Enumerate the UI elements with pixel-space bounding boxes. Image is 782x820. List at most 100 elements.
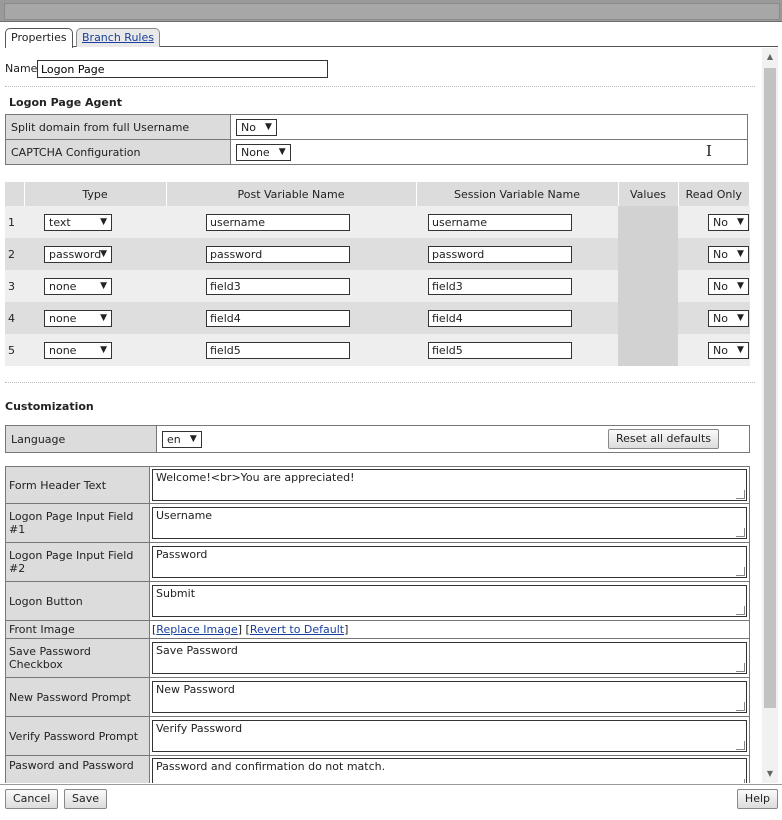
reset-all-defaults-button[interactable]: Reset all defaults xyxy=(607,429,719,449)
properties-panel[interactable]: Name: Logon Page Agent Split domain from… xyxy=(0,48,762,783)
session-cell: field4 xyxy=(416,302,618,334)
name-input[interactable] xyxy=(37,60,328,78)
resize-grip-icon[interactable] xyxy=(736,567,745,576)
scroll-up-icon[interactable]: ▲ xyxy=(762,50,778,64)
values-cell xyxy=(618,206,678,238)
post-cell: field3 xyxy=(166,270,416,302)
read-only-select[interactable]: No ▼ xyxy=(708,309,749,327)
new-password-value: New Password xyxy=(156,683,235,696)
chevron-down-icon: ▼ xyxy=(737,216,744,227)
session-cell: username xyxy=(416,206,618,238)
resize-grip-icon[interactable] xyxy=(736,663,745,672)
help-button[interactable]: Help xyxy=(736,789,778,809)
type-header: Type xyxy=(24,182,167,206)
resize-grip-icon[interactable] xyxy=(736,606,745,615)
resize-grip-icon[interactable] xyxy=(736,741,745,750)
password-mismatch-cell: Password and confirmation do not match. xyxy=(149,755,750,783)
form-header-textarea[interactable]: Welcome!<br>You are appreciated! xyxy=(152,469,747,501)
save-button[interactable]: Save xyxy=(64,789,108,809)
read-only-select[interactable]: No ▼ xyxy=(708,341,749,359)
resize-grip-icon[interactable] xyxy=(736,702,745,711)
logon-button-textarea[interactable]: Submit xyxy=(152,585,747,617)
session-variable-input[interactable]: username xyxy=(428,213,572,231)
read-only-select[interactable]: No ▼ xyxy=(708,213,749,231)
verify-password-textarea[interactable]: Verify Password xyxy=(152,720,747,752)
revert-to-default-link[interactable]: Revert to Default xyxy=(250,623,344,636)
row-index: 2 xyxy=(5,238,24,270)
type-value: none xyxy=(49,279,77,293)
type-cell: none ▼ xyxy=(24,270,166,302)
type-select[interactable]: none ▼ xyxy=(44,277,112,295)
read-only-value: No xyxy=(713,279,728,293)
agent-section-title: Logon Page Agent xyxy=(9,96,122,109)
input-field-1-value: Username xyxy=(156,509,213,522)
text-cursor-icon: I xyxy=(706,142,712,160)
chevron-down-icon: ▼ xyxy=(100,280,107,291)
verify-password-value: Verify Password xyxy=(156,722,243,735)
type-select[interactable]: text ▼ xyxy=(44,213,112,231)
captcha-cell: None ▼ I xyxy=(230,139,748,165)
readonly-cell: No ▼ xyxy=(678,302,750,334)
input-field-2-cell: Password xyxy=(149,542,750,582)
verify-password-cell: Verify Password xyxy=(149,716,750,756)
scrollbar-thumb[interactable] xyxy=(764,68,776,708)
session-variable-input[interactable]: password xyxy=(428,245,572,263)
language-value: en xyxy=(167,432,181,446)
read-only-select[interactable]: No ▼ xyxy=(708,277,749,295)
session-cell: field3 xyxy=(416,270,618,302)
language-cell: en ▼ Reset all defaults xyxy=(156,425,750,453)
type-select[interactable]: password ▼ xyxy=(44,245,112,263)
new-password-textarea[interactable]: New Password xyxy=(152,681,747,713)
form-header-value: Welcome!<br>You are appreciated! xyxy=(156,471,355,484)
resize-grip-icon[interactable] xyxy=(736,490,745,499)
form-header-cell: Welcome!<br>You are appreciated! xyxy=(149,466,750,504)
resize-grip-icon[interactable] xyxy=(736,528,745,537)
scroll-down-icon[interactable]: ▼ xyxy=(762,767,778,781)
session-variable-input[interactable]: field3 xyxy=(428,277,572,295)
readonly-cell: No ▼ xyxy=(678,206,750,238)
language-select[interactable]: en ▼ xyxy=(162,430,202,448)
title-strip xyxy=(4,3,780,20)
vertical-scrollbar[interactable]: ▲ ▼ xyxy=(762,48,778,783)
read-only-select[interactable]: No ▼ xyxy=(708,245,749,263)
password-mismatch-textarea[interactable]: Password and confirmation do not match. xyxy=(152,758,747,783)
type-select[interactable]: none ▼ xyxy=(44,309,112,327)
cancel-button[interactable]: Cancel xyxy=(5,789,59,809)
chevron-down-icon: ▼ xyxy=(278,146,286,157)
name-row: Name: xyxy=(5,60,328,78)
post-variable-input[interactable]: username xyxy=(206,213,350,231)
custom-row-new-password: New Password Prompt New Password xyxy=(5,677,750,717)
divider xyxy=(5,86,755,87)
password-mismatch-label: Pasword and Password xyxy=(5,755,150,783)
type-cell: none ▼ xyxy=(24,334,166,366)
save-password-textarea[interactable]: Save Password xyxy=(152,642,747,674)
post-variable-input[interactable]: field3 xyxy=(206,277,350,295)
chevron-down-icon: ▼ xyxy=(100,312,107,323)
input-field-2-label: Logon Page Input Field #2 xyxy=(5,542,150,582)
tab-branch-rules[interactable]: Branch Rules xyxy=(76,28,160,47)
post-variable-input[interactable]: field5 xyxy=(206,341,350,359)
type-select[interactable]: none ▼ xyxy=(44,341,112,359)
captcha-label: CAPTCHA Configuration xyxy=(5,139,231,165)
replace-image-link[interactable]: Replace Image xyxy=(156,623,237,636)
post-variable-input[interactable]: field4 xyxy=(206,309,350,327)
custom-row-verify-password: Verify Password Prompt Verify Password xyxy=(5,716,750,756)
split-domain-select[interactable]: No ▼ xyxy=(236,118,277,136)
post-cell: password xyxy=(166,238,416,270)
table-row: 3 none ▼ field3 field3 No ▼ xyxy=(5,270,750,302)
table-row: 5 none ▼ field5 field5 No ▼ xyxy=(5,334,750,366)
session-variable-input[interactable]: field5 xyxy=(428,341,572,359)
tab-properties[interactable]: Properties xyxy=(5,28,73,48)
session-variable-input[interactable]: field4 xyxy=(428,309,572,327)
type-value: none xyxy=(49,311,77,325)
captcha-select[interactable]: None ▼ xyxy=(236,143,291,161)
new-password-label: New Password Prompt xyxy=(5,677,150,717)
customization-section-title: Customization xyxy=(5,400,94,413)
resize-grip-icon[interactable] xyxy=(736,779,745,783)
chevron-down-icon: ▼ xyxy=(737,280,744,291)
input-field-1-textarea[interactable]: Username xyxy=(152,507,747,539)
tab-branch-rules-link[interactable]: Branch Rules xyxy=(82,31,154,44)
post-variable-input[interactable]: password xyxy=(206,245,350,263)
input-field-2-textarea[interactable]: Password xyxy=(152,546,747,578)
row-index: 4 xyxy=(5,302,24,334)
